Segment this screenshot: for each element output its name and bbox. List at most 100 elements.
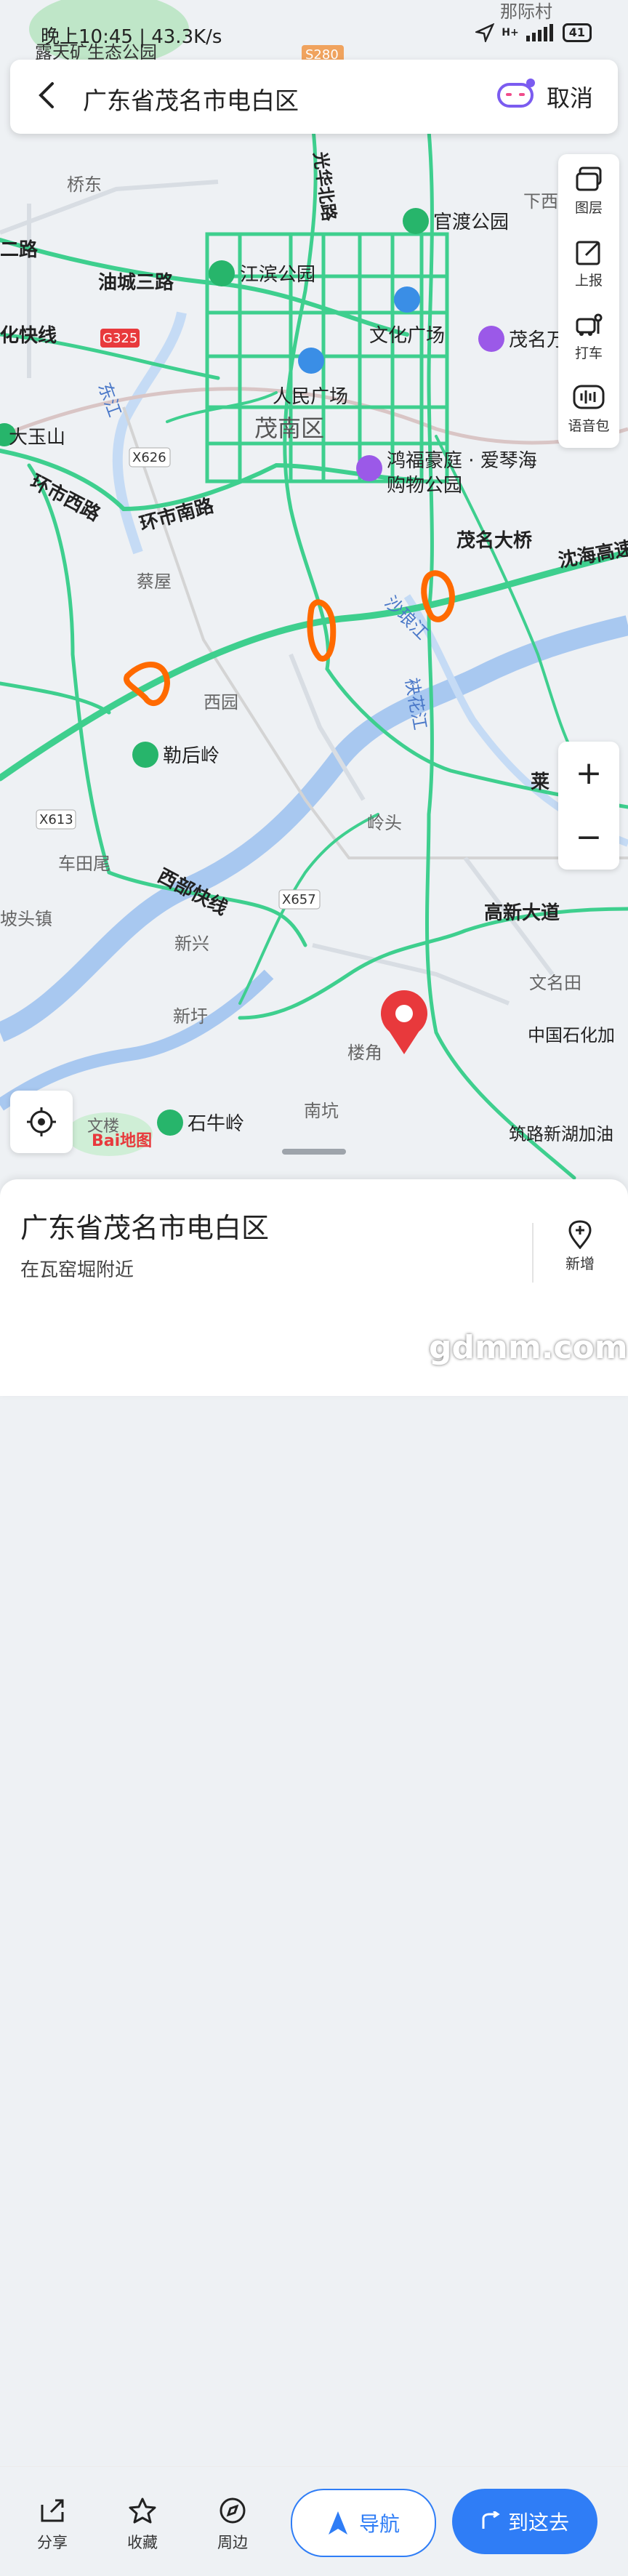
- map-label: 文化广场: [369, 325, 445, 347]
- locate-me-button[interactable]: [10, 1091, 73, 1153]
- add-place-button[interactable]: 新增: [544, 1220, 616, 1273]
- taxi-button[interactable]: 打车: [558, 300, 619, 372]
- map-label: 中国石化加: [528, 1025, 615, 1046]
- add-place-label: 新增: [565, 1255, 595, 1272]
- map-label: 石牛岭: [188, 1113, 244, 1135]
- zoom-out-button[interactable]: −: [558, 806, 619, 870]
- park-icon: [157, 1110, 183, 1136]
- map-label: 新兴: [174, 934, 209, 954]
- layers-icon: [576, 166, 602, 190]
- map-label: 下西: [523, 191, 558, 212]
- zoom-in-button[interactable]: +: [558, 742, 619, 806]
- map-label: 茂名万: [509, 329, 565, 351]
- layers-button[interactable]: 图层: [558, 154, 619, 227]
- battery-indicator: 41: [562, 23, 592, 42]
- road-badge: G325: [102, 331, 137, 346]
- share-label: 分享: [37, 2534, 68, 2551]
- place-subtitle: 在瓦窑堀附近: [20, 1259, 134, 1281]
- status-icons: H+ 41: [475, 23, 592, 42]
- park-icon: [403, 208, 429, 234]
- favorite-label: 收藏: [127, 2534, 158, 2551]
- park-icon: [132, 742, 158, 768]
- map-label: 文名田: [529, 973, 581, 993]
- map-label: 楼角: [347, 1043, 382, 1063]
- navigate-button[interactable]: 导航: [291, 2489, 436, 2557]
- watermark: gdmm.com: [429, 1329, 628, 1366]
- nearby-label: 周边: [217, 2534, 248, 2551]
- map-label: 油城三路: [98, 271, 174, 294]
- voice-icon: [573, 385, 605, 409]
- navigation-arrow-icon: [328, 2511, 347, 2535]
- map-label: 大玉山: [9, 427, 65, 449]
- cancel-button[interactable]: 取消: [547, 80, 593, 113]
- edit-icon: [576, 241, 600, 265]
- voice-pack-button[interactable]: 语音包: [558, 372, 619, 445]
- map-label: 勒后岭: [163, 745, 220, 767]
- map-label: 茂南区: [254, 414, 324, 442]
- map-label: 官渡公园: [433, 212, 509, 233]
- map-label: 江滨公园: [240, 264, 315, 286]
- location-arrow-icon: [475, 23, 495, 42]
- assistant-robot-icon: [497, 79, 535, 108]
- star-icon: [129, 2497, 156, 2524]
- map-label: 人民广场: [273, 386, 348, 408]
- poi-icon: [478, 326, 504, 352]
- go-here-button[interactable]: 到这去: [452, 2489, 597, 2554]
- baidu-logo: Bai地图: [92, 1132, 152, 1150]
- network-type: H+: [502, 27, 519, 39]
- ai-assistant-button[interactable]: [497, 79, 535, 111]
- go-here-label: 到这去: [507, 2511, 569, 2535]
- divider: [532, 1223, 534, 1283]
- location-title[interactable]: 广东省茂名市电白区: [83, 81, 299, 116]
- poi-icon: [298, 348, 324, 374]
- park-icon: [209, 260, 235, 286]
- map-label: 西园: [204, 692, 238, 713]
- map-label: 二路: [0, 238, 39, 261]
- status-bar: 晚上10:45 | 43.3K/s H+ 41: [0, 0, 628, 58]
- action-bar: 分享 收藏 周边 导航 到这去: [0, 2466, 628, 2576]
- favorite-button[interactable]: 收藏: [106, 2496, 179, 2553]
- map-label: 茂名大桥: [456, 529, 533, 552]
- road-badge: X613: [39, 812, 73, 827]
- tool-label: 上报: [574, 272, 603, 289]
- poi-icon: [356, 455, 382, 481]
- map-label: 桥东: [67, 174, 102, 195]
- zoom-control: + −: [558, 742, 619, 870]
- road-badge: X657: [282, 892, 316, 907]
- map-label: 化快线: [0, 325, 57, 347]
- map-label: 岭头: [367, 813, 402, 833]
- map-label: 坡头镇: [0, 909, 52, 929]
- poi-icon: [394, 286, 420, 313]
- search-header: 广东省茂名市电白区 取消: [10, 60, 618, 134]
- status-time: 晚上10:45 | 43.3K/s: [41, 26, 222, 48]
- map-label: 高新大道: [484, 902, 560, 924]
- share-button[interactable]: 分享: [16, 2496, 89, 2553]
- crosshair-icon: [27, 1107, 56, 1136]
- report-button[interactable]: 上报: [558, 227, 619, 300]
- tool-label: 打车: [574, 345, 603, 361]
- sheet-drag-handle[interactable]: [282, 1149, 346, 1155]
- route-icon: [482, 2511, 500, 2529]
- map-label: 鸿福豪庭 · 爱琴海: [387, 450, 537, 472]
- navigate-label: 导航: [358, 2512, 400, 2536]
- map-label: 购物公园: [387, 475, 462, 497]
- taxi-icon: [576, 313, 603, 336]
- compass-icon: [220, 2497, 246, 2524]
- map-label: 筑路新湖加油: [509, 1124, 613, 1144]
- add-location-icon: [568, 1220, 592, 1250]
- tool-label: 图层: [574, 199, 603, 216]
- road-badge: X626: [132, 450, 166, 465]
- place-title: 广东省茂名市电白区: [20, 1212, 270, 1244]
- signal-icon: [526, 24, 553, 41]
- map-label: 蔡屋: [137, 571, 172, 592]
- back-button[interactable]: [29, 79, 63, 112]
- map-label: 莱: [531, 771, 550, 793]
- share-icon: [41, 2499, 64, 2522]
- chevron-left-icon: [39, 82, 54, 108]
- map-tools-panel: 图层 上报 打车 语音包: [558, 154, 619, 448]
- nearby-button[interactable]: 周边: [196, 2496, 269, 2553]
- map-label: 新圩: [173, 1006, 208, 1027]
- map-label: 南坑: [304, 1101, 339, 1121]
- map-label: 车田尾: [58, 854, 110, 874]
- tool-label: 语音包: [568, 417, 610, 434]
